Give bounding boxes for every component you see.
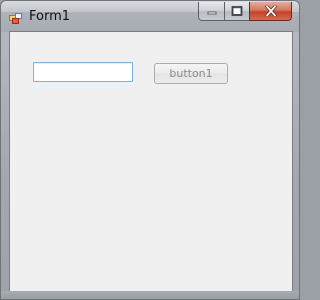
text-box[interactable] <box>33 62 133 82</box>
window-bottom-border <box>1 291 299 299</box>
window-controls <box>198 2 292 21</box>
button1[interactable]: button1 <box>154 63 228 84</box>
window: Form1 button1 <box>0 0 300 300</box>
title-bar[interactable]: Form1 <box>1 1 299 32</box>
window-title: Form1 <box>29 9 71 24</box>
form-icon <box>9 10 23 24</box>
close-button[interactable] <box>249 2 292 21</box>
maximize-button[interactable] <box>224 2 249 21</box>
form-client-area: button1 <box>9 31 293 293</box>
minimize-button[interactable] <box>198 2 224 21</box>
